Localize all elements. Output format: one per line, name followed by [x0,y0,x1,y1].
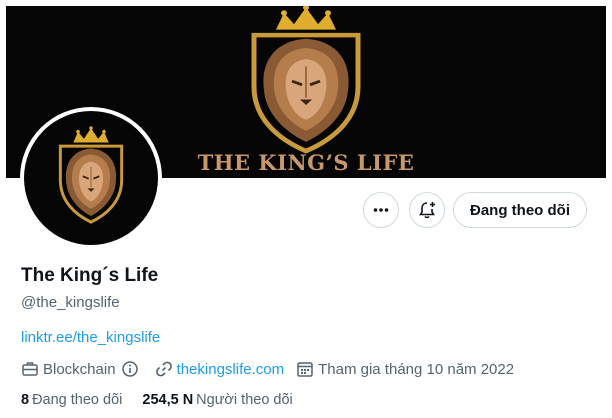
profile-name: The King´s Life [21,265,159,286]
joined-item: Tham gia tháng 10 năm 2022 [296,360,514,378]
more-options-button[interactable] [363,192,399,228]
notifications-button[interactable] [409,192,445,228]
profile-meta: Blockchain thekingslife.com Tham gia thá… [21,358,526,380]
avatar[interactable] [20,107,162,249]
more-icon [373,208,389,212]
followers-label: Người theo dõi [196,392,293,408]
info-icon[interactable] [121,360,139,378]
banner-title: THE KING’S LIFE [197,150,415,175]
briefcase-icon [22,362,38,376]
profile-handle: @the_kingslife [21,294,120,311]
following-count: 8 [21,392,30,408]
followers-stat[interactable]: 254,5 N Người theo dõi [142,392,292,408]
bell-plus-icon [419,202,435,219]
category-label: Blockchain [43,360,116,378]
website-item: thekingslife.com [155,360,285,378]
following-label: Đang theo dõi [32,392,123,408]
link-icon [155,361,172,377]
category-item: Blockchain [21,360,143,378]
lion-crown-logo-icon [58,124,124,224]
follow-stats: 8 Đang theo dõi 254,5 N Người theo dõi [21,392,313,408]
website-link[interactable]: thekingslife.com [177,361,285,378]
following-stat[interactable]: 8 Đang theo dõi [21,392,122,408]
bio-link[interactable]: linktr.ee/the_kingslife [21,329,160,346]
followers-count: 254,5 N [142,392,194,408]
following-button[interactable]: Đang theo dõi [453,192,587,228]
joined-label: Tham gia tháng 10 năm 2022 [318,360,515,378]
calendar-icon [297,362,313,377]
